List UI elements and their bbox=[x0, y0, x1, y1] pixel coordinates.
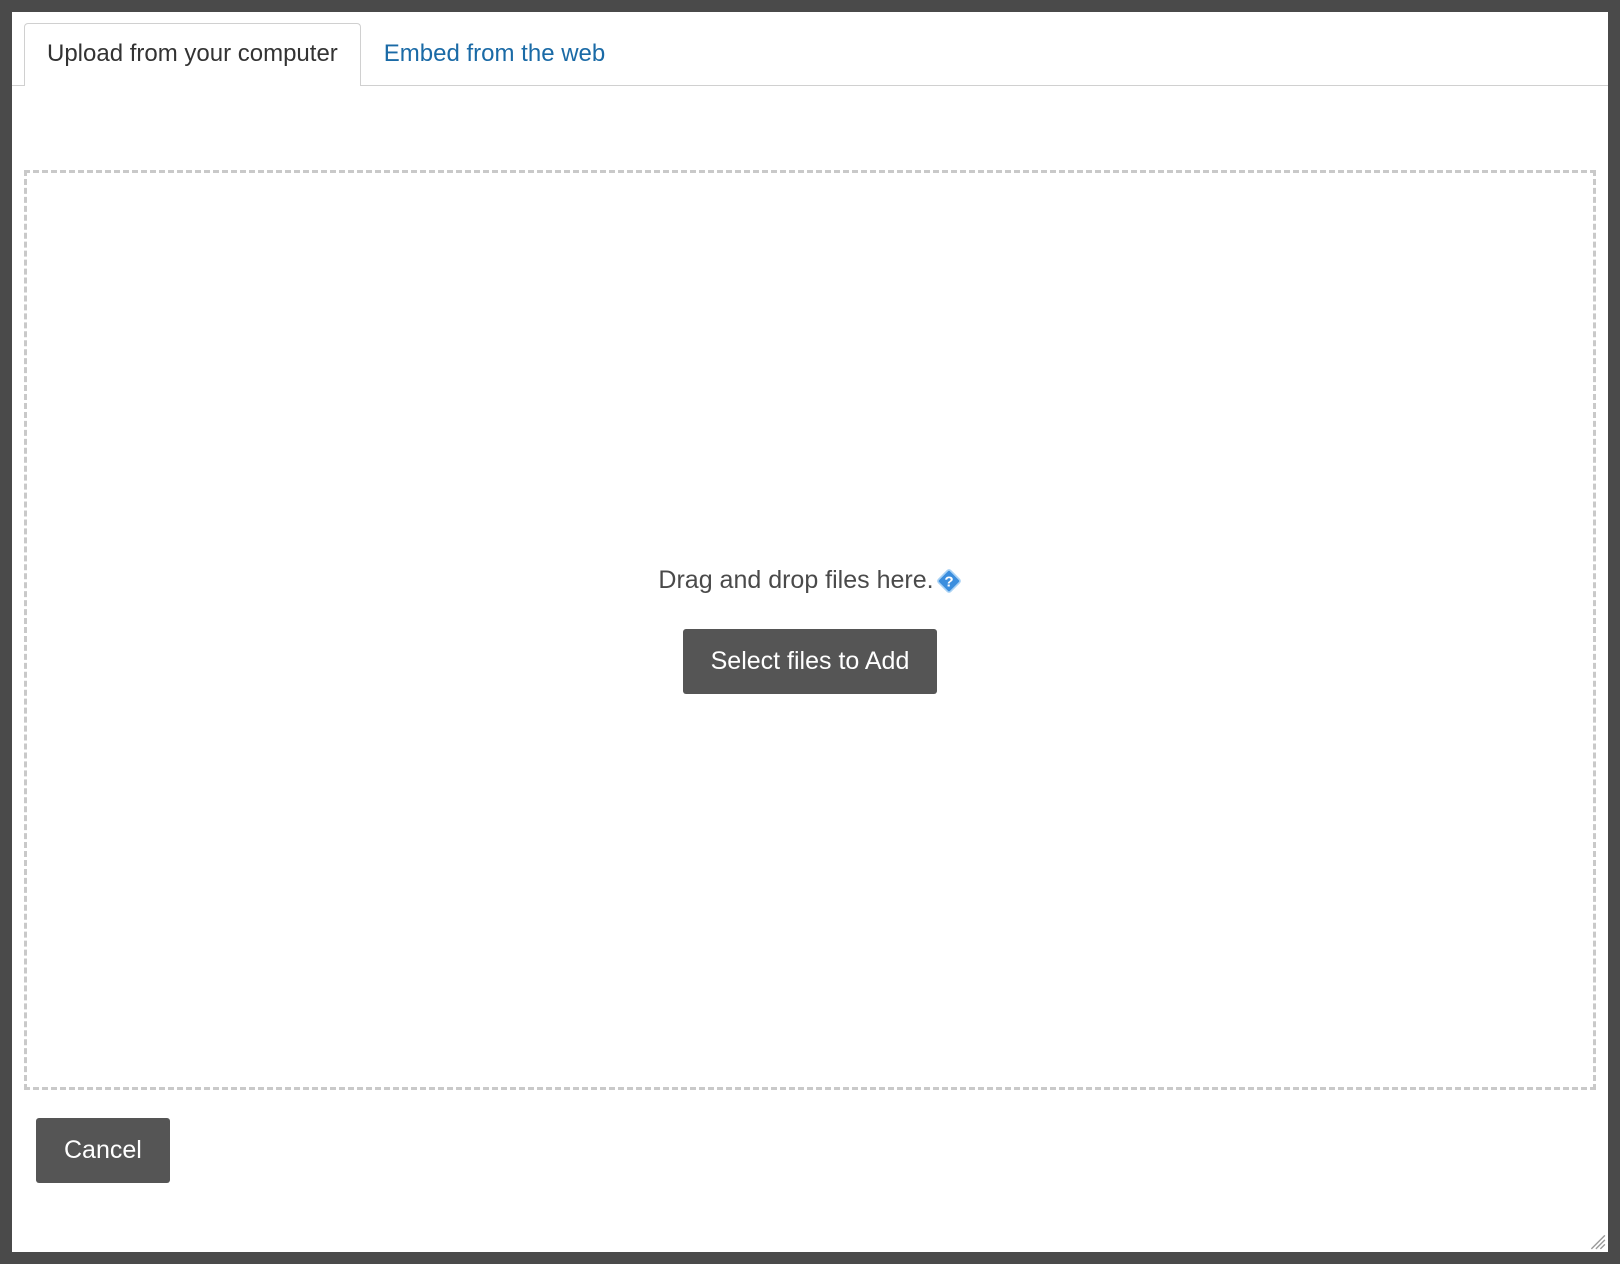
select-files-button[interactable]: Select files to Add bbox=[683, 629, 938, 694]
tab-upload-from-computer[interactable]: Upload from your computer bbox=[24, 23, 361, 86]
svg-text:?: ? bbox=[944, 573, 953, 590]
tab-embed-from-web[interactable]: Embed from the web bbox=[361, 23, 628, 86]
help-icon[interactable]: ? bbox=[936, 568, 962, 594]
modal-body: Drag and drop files here. ? Select files… bbox=[12, 86, 1608, 1252]
tab-bar: Upload from your computer Embed from the… bbox=[12, 12, 1608, 86]
cancel-button[interactable]: Cancel bbox=[36, 1118, 170, 1183]
file-dropzone[interactable]: Drag and drop files here. ? Select files… bbox=[24, 170, 1596, 1090]
dropzone-instruction-text: Drag and drop files here. bbox=[658, 566, 933, 595]
modal-footer: Cancel bbox=[24, 1090, 1596, 1211]
dropzone-instruction-row: Drag and drop files here. ? bbox=[658, 566, 961, 595]
upload-modal: Upload from your computer Embed from the… bbox=[12, 12, 1608, 1252]
